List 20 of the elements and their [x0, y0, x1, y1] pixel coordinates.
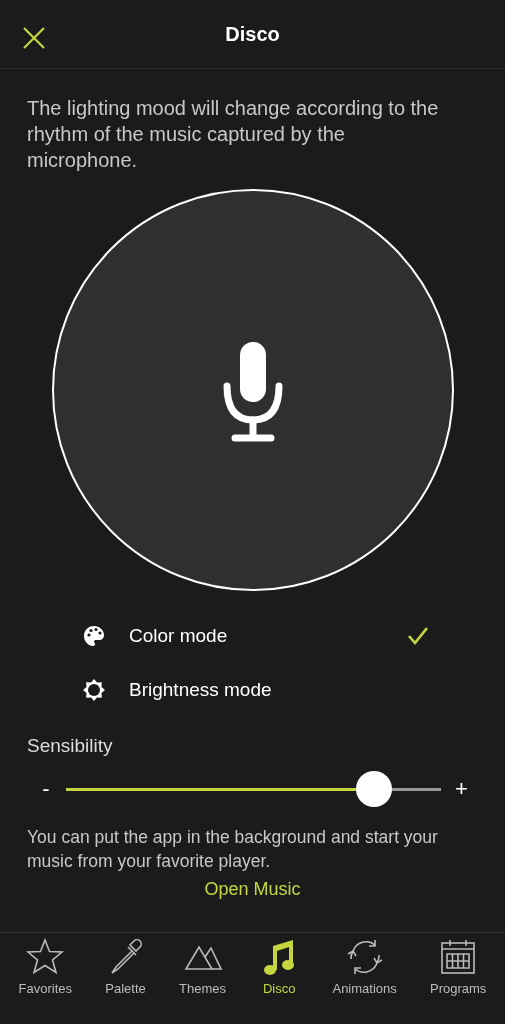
- tab-item[interactable]: Animations: [332, 933, 397, 1024]
- mode-option[interactable]: Brightness mode: [82, 663, 433, 717]
- hint-text: You can put the app in the background and start your music from your favorite player.: [27, 826, 439, 873]
- plus-sign: +: [455, 776, 467, 802]
- star-icon: [25, 937, 66, 977]
- minus-sign: -: [41, 776, 51, 802]
- tab-item[interactable]: Palette: [105, 933, 146, 1024]
- open-music-link[interactable]: Open Music: [204, 879, 301, 900]
- screen-title: Disco: [225, 22, 280, 46]
- slider-thumb[interactable]: [355, 771, 392, 807]
- tab-item[interactable]: Themes: [179, 933, 226, 1024]
- brightness-icon: [82, 678, 106, 702]
- description-text: The lighting mood will change according to the rhythm of the music captured by the microphone.: [27, 96, 440, 173]
- tab-item[interactable]: Disco: [259, 933, 300, 1024]
- tab-item[interactable]: Programs: [430, 933, 487, 1024]
- sensibility-label: Sensibility: [27, 735, 114, 757]
- mode-option[interactable]: Color mode: [82, 609, 433, 663]
- palette-icon: [82, 624, 106, 648]
- tab-item[interactable]: Favorites: [18, 933, 73, 1024]
- close-icon[interactable]: [22, 26, 46, 50]
